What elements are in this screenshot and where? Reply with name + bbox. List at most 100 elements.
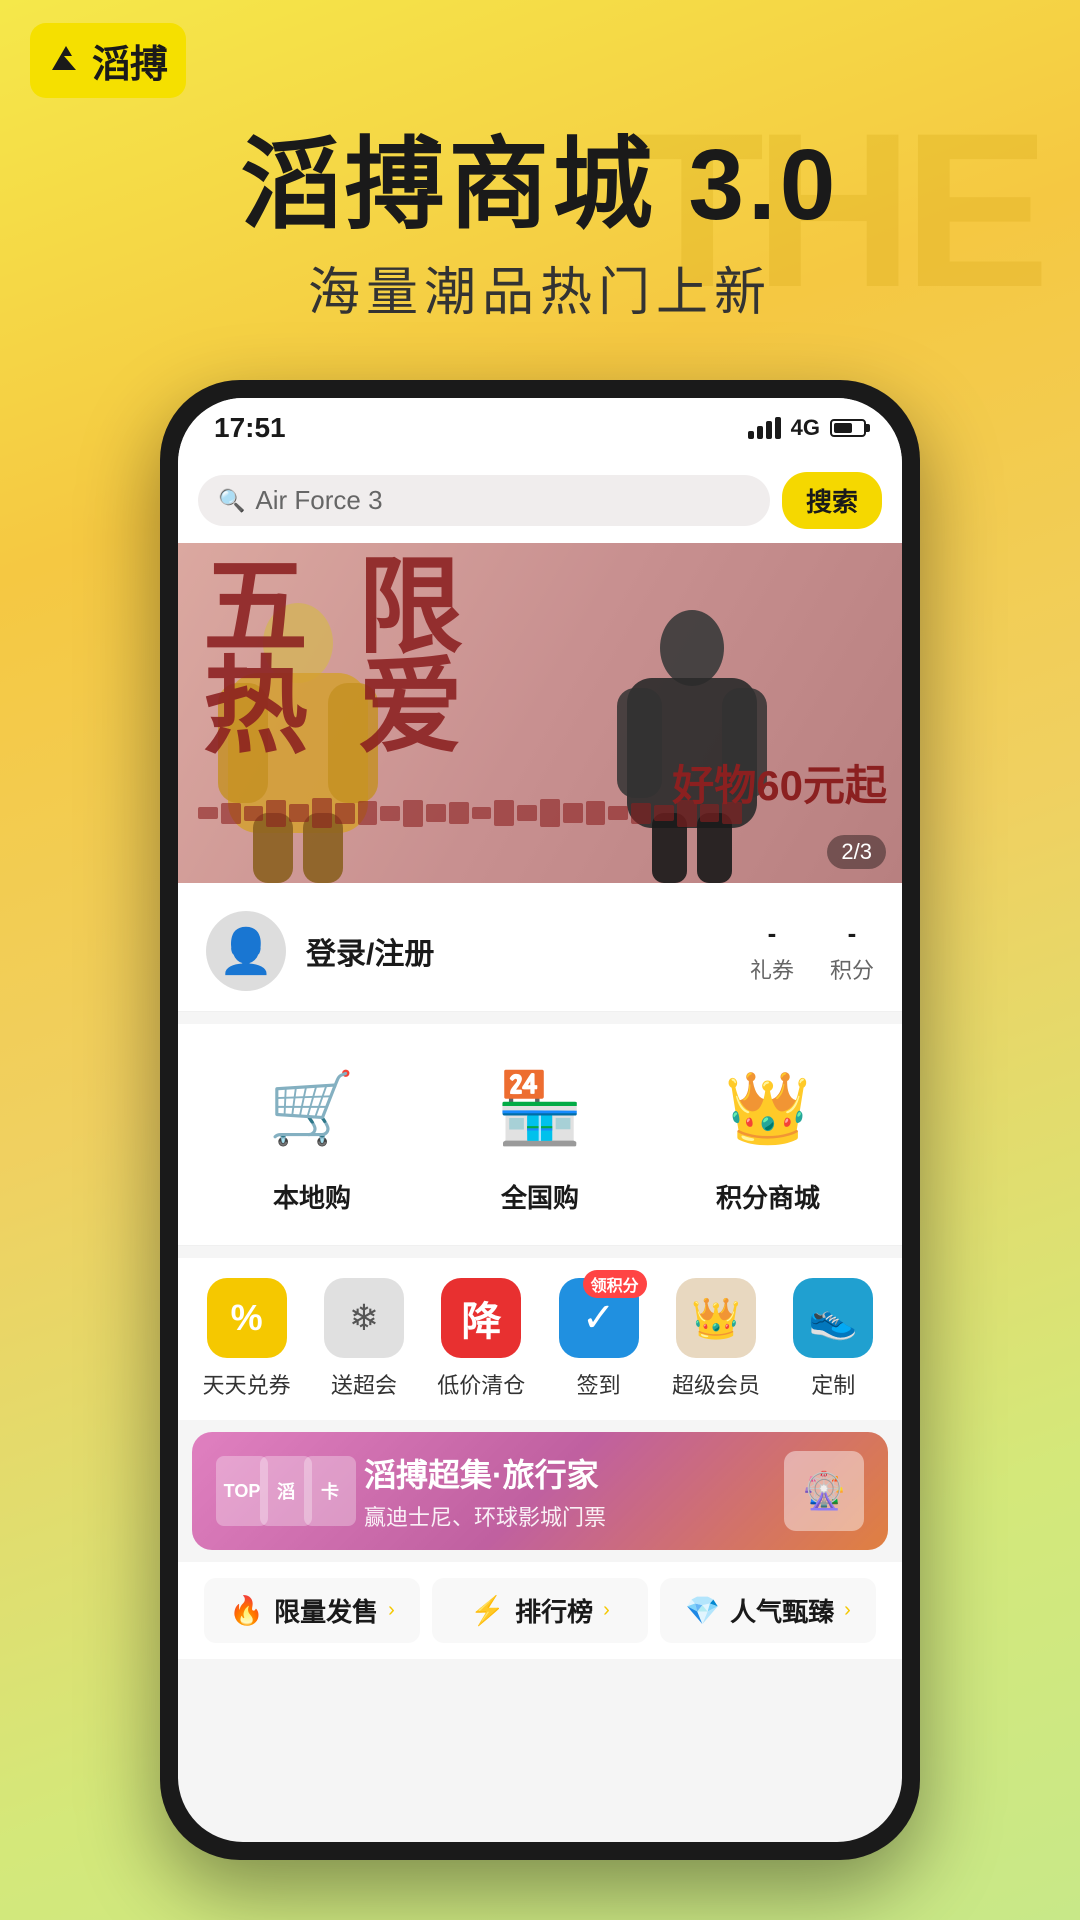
mini-icon-vip[interactable]: 👑 超级会员 xyxy=(661,1278,771,1400)
flash-item-limited[interactable]: 🔥 限量发售 › xyxy=(204,1578,420,1643)
banner-char-re: 热 xyxy=(203,658,308,758)
mini-icon-vip-symbol: 👑 xyxy=(691,1295,741,1342)
category-local-label: 本地购 xyxy=(273,1178,351,1215)
mini-icon-vip-box: 👑 xyxy=(676,1278,756,1358)
signal-bar-3 xyxy=(766,421,772,439)
coupon-label: 礼券 xyxy=(750,953,794,985)
mini-icon-clearance[interactable]: 降 低价清仓 xyxy=(426,1278,536,1400)
phone-frame: 17:51 4G 🔍 xyxy=(160,380,920,1860)
mini-icon-superclub-symbol: ❄ xyxy=(349,1297,379,1339)
points-count: - xyxy=(830,918,874,949)
points-label: 积分 xyxy=(830,953,874,985)
banner-section[interactable]: 五 热 限 爱 好物60元起 xyxy=(178,543,902,883)
strip-subtitle: 赢迪士尼、环球影城门票 xyxy=(364,1500,768,1532)
category-points-label: 积分商城 xyxy=(716,1178,820,1215)
flash-icon-fire: 🔥 xyxy=(229,1594,264,1627)
flash-icon-popular: 💎 xyxy=(685,1594,720,1627)
banner-text-mid: 限 爱 xyxy=(358,558,463,758)
mini-icon-clearance-label: 低价清仓 xyxy=(437,1368,525,1400)
svg-text:🎡: 🎡 xyxy=(802,1470,847,1511)
strip-cards: TOP 滔 卡 xyxy=(216,1456,348,1526)
phone-screen: 17:51 4G 🔍 xyxy=(178,398,902,1842)
mini-icons-row: % 天天兑券 ❄ 送超会 降 低价清仓 xyxy=(178,1258,902,1420)
mini-icon-signin-badge: 领积分 xyxy=(583,1270,647,1298)
signal-bars xyxy=(748,417,781,439)
banner-strip[interactable]: TOP 滔 卡 滔搏超集·旅行家 赢迪士尼、环球影城门票 🎡 xyxy=(192,1432,888,1550)
category-points-icon: 👑 xyxy=(713,1054,823,1164)
logo-icon xyxy=(48,42,84,78)
battery xyxy=(830,419,866,437)
strip-text: 滔搏超集·旅行家 赢迪士尼、环球影城门票 xyxy=(364,1450,768,1532)
mini-icon-superclub-box: ❄ xyxy=(324,1278,404,1358)
banner-waveform xyxy=(198,798,742,828)
mini-icon-vip-label: 超级会员 xyxy=(672,1368,760,1400)
banner-indicator: 2/3 xyxy=(827,835,886,869)
category-points[interactable]: 👑 积分商城 xyxy=(668,1054,868,1215)
flash-label-limited: 限量发售 xyxy=(274,1592,378,1629)
coupon-count: - xyxy=(750,918,794,949)
strip-title: 滔搏超集·旅行家 xyxy=(364,1450,768,1496)
points-action[interactable]: - 积分 xyxy=(830,918,874,985)
phone-wrapper: 17:51 4G 🔍 xyxy=(160,380,920,1860)
mini-icon-signin-box: ✓ 领积分 xyxy=(559,1278,639,1358)
top-bar: 滔搏 xyxy=(0,0,1080,120)
mini-icon-clearance-box: 降 xyxy=(441,1278,521,1358)
flash-icon-rank: ⚡ xyxy=(470,1594,505,1627)
signal-bar-1 xyxy=(748,431,754,439)
banner-price: 好物60元起 xyxy=(672,752,887,813)
strip-card-3: 卡 xyxy=(304,1456,356,1526)
hero-subtitle: 海量潮品热门上新 xyxy=(0,250,1080,325)
mini-icon-coupon[interactable]: % 天天兑券 xyxy=(192,1278,302,1400)
mini-icon-clearance-symbol: 降 xyxy=(461,1289,501,1347)
flash-item-popular[interactable]: 💎 人气甄臻 › xyxy=(660,1578,876,1643)
logo-badge[interactable]: 滔搏 xyxy=(30,23,186,98)
banner-text-left: 五 热 xyxy=(203,558,308,758)
search-input-wrapper[interactable]: 🔍 Air Force 3 xyxy=(198,475,770,526)
search-button[interactable]: 搜索 xyxy=(782,472,882,529)
status-4g: 4G xyxy=(791,415,820,441)
category-local[interactable]: 🛒 本地购 xyxy=(212,1054,412,1215)
category-local-icon: 🛒 xyxy=(257,1054,367,1164)
hero-title: 滔搏商城 3.0 xyxy=(0,130,1080,240)
flash-arrow-3: › xyxy=(844,1599,851,1622)
flash-label-rank: 排行榜 xyxy=(515,1592,593,1629)
signal-bar-4 xyxy=(775,417,781,439)
hero-section: 滔搏商城 3.0 海量潮品热门上新 xyxy=(0,130,1080,325)
status-time: 17:51 xyxy=(214,412,286,444)
mini-icon-coupon-box: % xyxy=(207,1278,287,1358)
login-text[interactable]: 登录/注册 xyxy=(306,929,730,973)
user-actions: - 礼券 - 积分 xyxy=(750,918,874,985)
user-avatar[interactable]: 👤 xyxy=(206,911,286,991)
logo-text: 滔搏 xyxy=(92,33,168,88)
mini-icon-custom-box: 👟 xyxy=(793,1278,873,1358)
banner-char-wu: 五 xyxy=(203,558,308,658)
flash-arrow-2: › xyxy=(603,1599,610,1622)
mini-icon-signin[interactable]: ✓ 领积分 签到 xyxy=(544,1278,654,1400)
battery-fill xyxy=(834,423,852,433)
flash-label-popular: 人气甄臻 xyxy=(730,1592,834,1629)
mini-icon-superclub[interactable]: ❄ 送超会 xyxy=(309,1278,419,1400)
search-bar: 🔍 Air Force 3 搜索 xyxy=(178,458,902,543)
banner-char-xian: 限 xyxy=(358,558,463,658)
strip-right-image: 🎡 xyxy=(784,1451,864,1531)
search-icon: 🔍 xyxy=(218,488,245,514)
flash-sale-bar: 🔥 限量发售 › ⚡ 排行榜 › 💎 人气甄臻 › xyxy=(178,1562,902,1659)
banner-figure-right xyxy=(602,603,782,883)
mini-icon-custom-symbol: 👟 xyxy=(808,1295,858,1342)
user-section: 👤 登录/注册 - 礼券 - 积分 xyxy=(178,883,902,1012)
mini-icon-custom[interactable]: 👟 定制 xyxy=(778,1278,888,1400)
status-icons: 4G xyxy=(748,415,866,441)
mini-icon-signin-label: 签到 xyxy=(577,1368,621,1400)
flash-item-rank[interactable]: ⚡ 排行榜 › xyxy=(432,1578,648,1643)
mini-icon-coupon-label: 天天兑券 xyxy=(203,1368,291,1400)
category-national-label: 全国购 xyxy=(501,1178,579,1215)
mini-icon-superclub-label: 送超会 xyxy=(331,1368,397,1400)
signal-bar-2 xyxy=(757,426,763,439)
flash-arrow-1: › xyxy=(388,1599,395,1622)
category-grid: 🛒 本地购 🏪 全国购 👑 积分商城 xyxy=(178,1024,902,1246)
category-national-icon: 🏪 xyxy=(485,1054,595,1164)
coupon-action[interactable]: - 礼券 xyxy=(750,918,794,985)
status-bar: 17:51 4G xyxy=(178,398,902,458)
mini-icon-custom-label: 定制 xyxy=(811,1368,855,1400)
category-national[interactable]: 🏪 全国购 xyxy=(440,1054,640,1215)
